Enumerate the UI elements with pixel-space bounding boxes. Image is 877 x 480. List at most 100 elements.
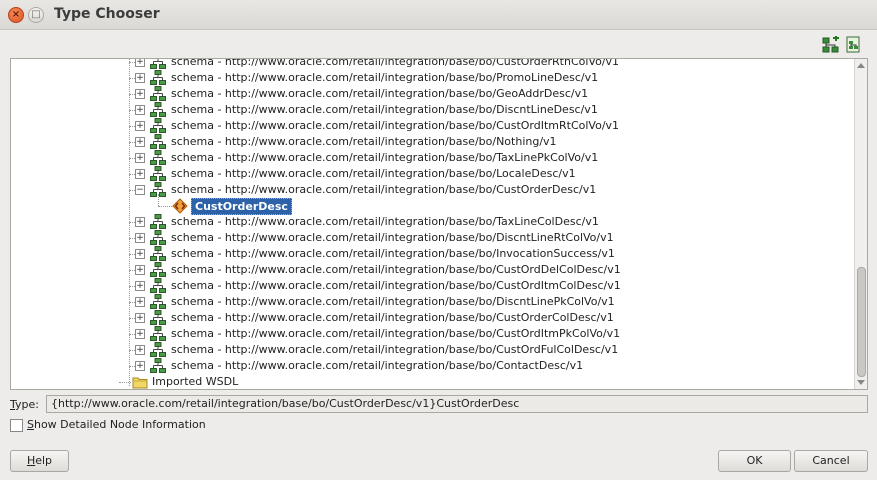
tree-node-label: schema - http://www.oracle.com/retail/in… (171, 71, 599, 84)
tree-node-label: schema - http://www.oracle.com/retail/in… (171, 279, 621, 292)
tree-node-schema[interactable]: + schema - http://www.oracle.com/retail/i… (11, 246, 851, 262)
tree-node-schema[interactable]: + schema - http://www.oracle.com/retail/i… (11, 342, 851, 358)
expand-icon[interactable]: + (135, 345, 145, 355)
cancel-button[interactable]: Cancel (794, 450, 868, 472)
expand-icon[interactable]: + (135, 233, 145, 243)
tree-node-label: schema - http://www.oracle.com/retail/in… (171, 359, 584, 372)
type-field[interactable]: {http://www.oracle.com/retail/integratio… (46, 395, 868, 413)
tree-node-label: schema - http://www.oracle.com/retail/in… (171, 183, 597, 196)
tree-node-label: schema - http://www.oracle.com/retail/in… (171, 247, 615, 260)
expand-icon[interactable]: + (135, 137, 145, 147)
tree-node-schema[interactable]: + schema - http://www.oracle.com/retail/i… (11, 326, 851, 342)
tree-node-schema[interactable]: + schema - http://www.oracle.com/retail/i… (11, 262, 851, 278)
tree-node-label: schema - http://www.oracle.com/retail/in… (171, 311, 614, 324)
selected-tree-node-label[interactable]: CustOrderDesc (191, 198, 292, 215)
tree-connector-line (158, 206, 172, 207)
tree-node-label: schema - http://www.oracle.com/retail/in… (171, 58, 620, 68)
expand-icon[interactable]: + (135, 105, 145, 115)
tree-node-schema[interactable]: + schema - http://www.oracle.com/retail/i… (11, 166, 851, 182)
tree-node-schema[interactable]: + schema - http://www.oracle.com/retail/i… (11, 70, 851, 86)
schema-icon (150, 59, 166, 69)
tree-node-type[interactable]: CustOrderDesc (11, 194, 851, 215)
maximize-window-icon[interactable]: □ (28, 7, 44, 23)
tree-node-label: schema - http://www.oracle.com/retail/in… (171, 119, 620, 132)
scroll-up-arrow-icon[interactable] (857, 63, 865, 68)
tree-node-label: schema - http://www.oracle.com/retail/in… (171, 87, 589, 100)
tree-node-label: schema - http://www.oracle.com/retail/in… (171, 231, 614, 244)
tree-node-label: schema - http://www.oracle.com/retail/in… (171, 135, 557, 148)
expand-icon[interactable]: + (135, 89, 145, 99)
add-schema-icon[interactable] (822, 36, 840, 54)
scroll-down-arrow-icon[interactable] (857, 380, 865, 385)
show-detailed-node-checkbox[interactable] (10, 419, 23, 432)
tree-node-schema[interactable]: + schema - http://www.oracle.com/retail/i… (11, 278, 851, 294)
tree-node-label: schema - http://www.oracle.com/retail/in… (171, 167, 576, 180)
type-label: Type: (10, 398, 39, 411)
expand-icon[interactable]: + (135, 121, 145, 131)
tree-node-schema[interactable]: + schema - http://www.oracle.com/retail/i… (11, 358, 851, 374)
close-window-icon[interactable]: × (8, 7, 24, 23)
tree-node-schema[interactable]: + schema - http://www.oracle.com/retail/i… (11, 86, 851, 102)
window-title: Type Chooser (54, 6, 160, 22)
tree-node-label: schema - http://www.oracle.com/retail/in… (171, 295, 615, 308)
help-button[interactable]: Help (10, 450, 69, 472)
tree-node-schema[interactable]: + schema - http://www.oracle.com/retail/i… (11, 310, 851, 326)
tree-node-label: schema - http://www.oracle.com/retail/in… (171, 343, 619, 356)
tree-node-label: schema - http://www.oracle.com/retail/in… (171, 263, 621, 276)
expand-icon[interactable]: + (135, 249, 145, 259)
tree-node-label: schema - http://www.oracle.com/retail/in… (171, 327, 621, 340)
schema-icon (150, 294, 166, 309)
tree-node-label: schema - http://www.oracle.com/retail/in… (171, 215, 599, 228)
expand-icon[interactable]: + (135, 361, 145, 371)
element-type-icon (172, 198, 188, 214)
tree-node-schema[interactable]: + schema - http://www.oracle.com/retail/i… (11, 230, 851, 246)
schema-icon (150, 102, 166, 117)
schema-icon (150, 86, 166, 101)
tree-connector-line (158, 194, 159, 206)
tree-node-schema[interactable]: + schema - http://www.oracle.com/retail/i… (11, 214, 851, 230)
tree-node-imported-wsdl[interactable]: Imported WSDL (11, 374, 851, 389)
schema-icon (150, 326, 166, 341)
expand-icon[interactable]: + (135, 59, 145, 67)
expand-icon[interactable]: + (135, 297, 145, 307)
tree-node-schema[interactable]: + schema - http://www.oracle.com/retail/i… (11, 118, 851, 134)
expand-icon[interactable]: + (135, 329, 145, 339)
type-tree[interactable]: + schema - http://www.oracle.com/retail/i… (10, 58, 868, 390)
title-bar: × □ Type Chooser (0, 0, 877, 30)
collapse-icon[interactable]: − (135, 185, 145, 195)
expand-icon[interactable]: + (135, 153, 145, 163)
schema-icon (150, 310, 166, 325)
schema-icon (150, 150, 166, 165)
schema-icon (150, 342, 166, 357)
tree-connector-line (119, 382, 131, 383)
expand-icon[interactable]: + (135, 217, 145, 227)
schema-icon (150, 262, 166, 277)
folder-icon (132, 377, 148, 389)
schema-icon (150, 230, 166, 245)
schema-icon (150, 118, 166, 133)
schema-icon (150, 70, 166, 85)
expand-icon[interactable]: + (135, 313, 145, 323)
tree-node-label: schema - http://www.oracle.com/retail/in… (171, 151, 599, 164)
schema-icon (150, 166, 166, 181)
expand-icon[interactable]: + (135, 73, 145, 83)
tree-node-schema[interactable]: + schema - http://www.oracle.com/retail/i… (11, 294, 851, 310)
schema-icon (150, 134, 166, 149)
show-detailed-node-label[interactable]: Show Detailed Node Information (27, 418, 206, 431)
scroll-thumb[interactable] (857, 267, 866, 377)
tree-node-schema[interactable]: + schema - http://www.oracle.com/retail/i… (11, 134, 851, 150)
ok-button[interactable]: OK (718, 450, 791, 472)
expand-icon[interactable]: + (135, 169, 145, 179)
tree-scrollbar[interactable] (854, 59, 867, 389)
import-schema-icon[interactable] (844, 36, 862, 54)
tree-node-schema[interactable]: + schema - http://www.oracle.com/retail/i… (11, 102, 851, 118)
tree-node-label: Imported WSDL (152, 375, 239, 388)
tree-node-schema[interactable]: − schema - http://www.oracle.com/retail/i… (11, 182, 851, 198)
tree-node-schema[interactable]: + schema - http://www.oracle.com/retail/i… (11, 58, 851, 70)
schema-icon (150, 214, 166, 229)
schema-icon (150, 246, 166, 261)
expand-icon[interactable]: + (135, 265, 145, 275)
tree-node-schema[interactable]: + schema - http://www.oracle.com/retail/i… (11, 150, 851, 166)
expand-icon[interactable]: + (135, 281, 145, 291)
schema-icon (150, 358, 166, 373)
